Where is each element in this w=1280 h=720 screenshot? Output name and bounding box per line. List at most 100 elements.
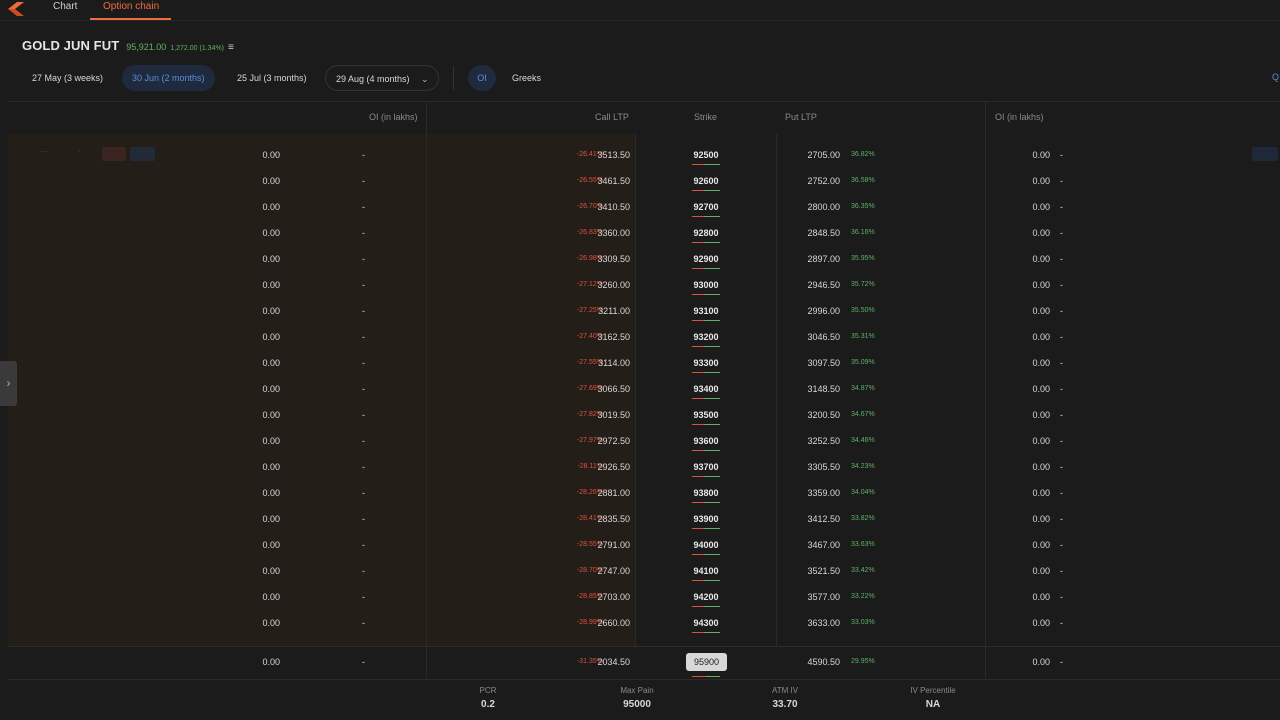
put-change: 33.63% [851, 541, 875, 548]
call-ltp[interactable]: 3162.50 [570, 324, 630, 350]
call-ltp[interactable]: 2881.00 [570, 480, 630, 506]
call-ltp[interactable]: 2747.00 [570, 558, 630, 584]
table-row[interactable]: 0.00- -28.99% 2660.00 94300 3633.00 33.03% 0.0… [8, 610, 1280, 636]
put-oi: 0.00 [1032, 514, 1050, 524]
call-oi: 0.00 [262, 228, 280, 238]
put-oi-change: - [1060, 228, 1063, 238]
put-ltp[interactable]: 3252.50 [780, 428, 840, 454]
put-ltp[interactable]: 2848.50 [780, 220, 840, 246]
put-ltp[interactable]: 4590.50 [780, 649, 840, 675]
put-ltp[interactable]: 2800.00 [780, 194, 840, 220]
table-row[interactable]: 0.00- -27.97% 2972.50 93600 3252.50 34.46% 0.0… [8, 428, 1280, 454]
call-ltp[interactable]: 3461.50 [570, 168, 630, 194]
table-row[interactable]: 0.00- -28.26% 2881.00 93800 3359.00 34.04% 0.0… [8, 480, 1280, 506]
table-row[interactable]: 0.00- -26.70% 3410.50 92700 2800.00 36.35% 0.0… [8, 194, 1280, 220]
put-ltp[interactable]: 2752.00 [780, 168, 840, 194]
call-ltp[interactable]: 3410.50 [570, 194, 630, 220]
view-toggle-greeks[interactable]: Greeks [502, 65, 551, 91]
table-row[interactable]: 0.00- -26.41% 3513.50 92500 2705.00 36.82% 0.0… [8, 142, 1280, 168]
call-oi: 0.00 [262, 592, 280, 602]
call-ltp[interactable]: 2660.00 [570, 610, 630, 636]
expiry-chip-25-jul[interactable]: 25 Jul (3 months) [227, 65, 317, 91]
table-row[interactable]: 0.00- -26.55% 3461.50 92600 2752.00 36.58% 0.0… [8, 168, 1280, 194]
call-oi: 0.00 [262, 410, 280, 420]
strike-oi-bar [692, 580, 720, 581]
tab-chart[interactable]: Chart [53, 0, 77, 20]
put-ltp[interactable]: 2946.50 [780, 272, 840, 298]
put-ltp[interactable]: 3359.00 [780, 480, 840, 506]
call-oi-change: - [362, 488, 365, 498]
call-ltp[interactable]: 3260.00 [570, 272, 630, 298]
put-ltp[interactable]: 3467.00 [780, 532, 840, 558]
strike-oi-bar [692, 164, 720, 165]
put-ltp[interactable]: 3305.50 [780, 454, 840, 480]
call-ltp[interactable]: 3019.50 [570, 402, 630, 428]
put-ltp[interactable]: 3148.50 [780, 376, 840, 402]
tab-option-chain[interactable]: Option chain [90, 0, 172, 20]
call-oi: 0.00 [262, 488, 280, 498]
instrument-name[interactable]: GOLD JUN FUT [22, 38, 119, 53]
call-ltp[interactable]: 3513.50 [570, 142, 630, 168]
expiry-chip-27-may[interactable]: 27 May (3 weeks) [22, 65, 113, 91]
spot-row[interactable]: 0.00 - -31.35% 2034.50 4590.50 29.95% 0.… [8, 649, 1280, 675]
table-row[interactable]: 0.00- -26.98% 3309.50 92900 2897.00 35.95% 0.0… [8, 246, 1280, 272]
call-oi-change: - [362, 384, 365, 394]
put-ltp[interactable]: 3097.50 [780, 350, 840, 376]
call-ltp[interactable]: 2703.00 [570, 584, 630, 610]
stat-max-pain-label: Max Pain [620, 686, 654, 695]
table-row[interactable]: 0.00- -28.70% 2747.00 94100 3521.50 33.42% 0.0… [8, 558, 1280, 584]
put-oi: 0.00 [1032, 540, 1050, 550]
expiry-chip-30-jun[interactable]: 30 Jun (2 months) [122, 65, 215, 91]
expiry-dropdown[interactable]: 29 Aug (4 months) ⌄ [325, 65, 439, 91]
chevron-right-icon[interactable]: › [0, 361, 17, 406]
instrument-ltp: 95,921.00 [126, 42, 167, 52]
put-oi-change: - [1060, 176, 1063, 186]
edge-link[interactable]: Q [1272, 72, 1279, 82]
put-ltp[interactable]: 3577.00 [780, 584, 840, 610]
view-toggle-oi[interactable]: OI [468, 65, 496, 91]
call-ltp[interactable]: 2926.50 [570, 454, 630, 480]
call-oi: 0.00 [262, 657, 280, 667]
put-ltp[interactable]: 3412.50 [780, 506, 840, 532]
put-ltp[interactable]: 2705.00 [780, 142, 840, 168]
call-ltp[interactable]: 3360.00 [570, 220, 630, 246]
call-ltp[interactable]: 2034.50 [570, 649, 630, 675]
call-ltp[interactable]: 2791.00 [570, 532, 630, 558]
put-change: 33.82% [851, 515, 875, 522]
put-oi-change: - [1060, 592, 1063, 602]
put-ltp[interactable]: 3046.50 [780, 324, 840, 350]
table-row[interactable]: 0.00- -28.85% 2703.00 94200 3577.00 33.22% 0.0… [8, 584, 1280, 610]
kite-logo-icon[interactable] [8, 2, 24, 16]
strike-oi-bar [692, 424, 720, 425]
table-row[interactable]: 0.00- -27.82% 3019.50 93500 3200.50 34.67% 0.0… [8, 402, 1280, 428]
put-ltp[interactable]: 3521.50 [780, 558, 840, 584]
stat-pcr-label: PCR [479, 686, 497, 695]
stat-iv-percentile: IV Percentile NA [888, 686, 978, 710]
put-oi-change: - [1060, 202, 1063, 212]
put-ltp[interactable]: 3200.50 [780, 402, 840, 428]
table-row[interactable]: 0.00- -28.55% 2791.00 94000 3467.00 33.63% 0.0… [8, 532, 1280, 558]
call-oi: 0.00 [262, 358, 280, 368]
call-ltp[interactable]: 3114.00 [570, 350, 630, 376]
table-row[interactable]: 0.00- -28.41% 2835.50 93900 3412.50 33.82% 0.0… [8, 506, 1280, 532]
call-ltp[interactable]: 2835.50 [570, 506, 630, 532]
put-ltp[interactable]: 3633.00 [780, 610, 840, 636]
call-ltp[interactable]: 2972.50 [570, 428, 630, 454]
strike-oi-bar [692, 398, 720, 399]
put-ltp[interactable]: 2897.00 [780, 246, 840, 272]
table-row[interactable]: 0.00- -27.55% 3114.00 93300 3097.50 35.09% 0.0… [8, 350, 1280, 376]
table-row[interactable]: 0.00- -27.12% 3260.00 93000 2946.50 35.72% 0.0… [8, 272, 1280, 298]
put-change: 36.82% [851, 151, 875, 158]
table-row[interactable]: 0.00- -26.83% 3360.00 92800 2848.50 36.16% 0.0… [8, 220, 1280, 246]
call-ltp[interactable]: 3211.00 [570, 298, 630, 324]
hamburger-icon[interactable]: ≡ [228, 42, 234, 53]
call-ltp[interactable]: 3066.50 [570, 376, 630, 402]
table-row[interactable]: 0.00- -28.11% 2926.50 93700 3305.50 34.23% 0.0… [8, 454, 1280, 480]
table-row[interactable]: 0.00- -27.25% 3211.00 93100 2996.00 35.50% 0.0… [8, 298, 1280, 324]
stat-iv-percentile-value: NA [925, 699, 941, 710]
table-row[interactable]: 0.00- -27.40% 3162.50 93200 3046.50 35.31% 0.0… [8, 324, 1280, 350]
put-ltp[interactable]: 2996.00 [780, 298, 840, 324]
table-row[interactable]: 0.00- -27.69% 3066.50 93400 3148.50 34.87% 0.0… [8, 376, 1280, 402]
put-oi-change: - [1060, 280, 1063, 290]
call-ltp[interactable]: 3309.50 [570, 246, 630, 272]
